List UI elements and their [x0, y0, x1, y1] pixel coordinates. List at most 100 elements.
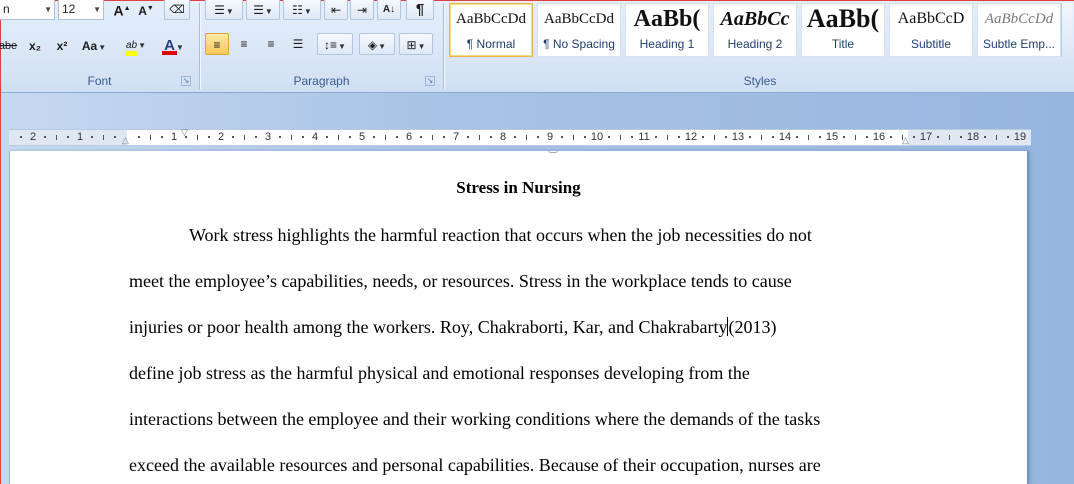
- ruler-number: 16: [872, 131, 886, 143]
- ruler-tick: [302, 136, 305, 138]
- ruler-tick: [20, 136, 23, 138]
- hanging-indent-icon[interactable]: △: [122, 136, 129, 145]
- horizontal-ruler[interactable]: ▽ △ △ 2 1 1 2 3 4 5 6 7 8 9 10 11 12 13 14 15 16 17 18 19: [9, 128, 1031, 146]
- ruler-number: 13: [731, 131, 745, 143]
- ruler-tick: [43, 136, 46, 138]
- ruler-tick: [184, 136, 187, 138]
- justify-icon: ☰: [292, 37, 304, 51]
- ruler-tick: [854, 135, 856, 140]
- numbering-button[interactable]: ☰▼: [246, 0, 280, 20]
- align-right-button[interactable]: ≡: [259, 33, 283, 55]
- ruler-tick: [584, 136, 587, 138]
- ruler-number: 2: [217, 131, 225, 143]
- style-tile-normal[interactable]: AaBbCcDd ¶ Normal: [449, 3, 533, 57]
- change-case-button[interactable]: Aa▼: [79, 35, 109, 57]
- style-tile-heading-1[interactable]: AaBb( Heading 1: [625, 3, 709, 57]
- style-name: Subtle Emp...: [982, 37, 1056, 51]
- superscript-icon: x²: [56, 39, 68, 53]
- document-page[interactable]: Stress in Nursing Work stress highlights…: [9, 151, 1028, 484]
- show-marks-button[interactable]: ¶: [406, 0, 434, 20]
- ruler-tick: [419, 136, 422, 138]
- font-size-combo[interactable]: 12 ▼: [58, 0, 104, 20]
- body-line: interactions between the employee and th…: [129, 409, 820, 430]
- paint-bucket-icon: ◈: [367, 38, 378, 52]
- style-sample: AaBb(: [633, 6, 701, 32]
- style-name: Heading 1: [639, 37, 695, 51]
- ruler-tick: [795, 136, 798, 138]
- font-color-bar: [162, 51, 177, 55]
- ruler-tick: [243, 135, 245, 140]
- ruler-tick: [513, 136, 516, 138]
- clear-formatting-button[interactable]: ⌫: [164, 0, 190, 20]
- ruler-number: 11: [638, 131, 650, 143]
- ruler-tick: [196, 135, 198, 140]
- bullets-button[interactable]: ☰▼: [205, 0, 243, 20]
- style-tile-heading-2[interactable]: AaBbCc Heading 2: [713, 3, 797, 57]
- strikethrough-button[interactable]: abe: [0, 35, 19, 57]
- highlight-button[interactable]: ab ▼: [118, 35, 154, 57]
- style-tile-title[interactable]: AaBb( Title: [801, 3, 885, 57]
- shrink-font-icon: A: [138, 4, 147, 18]
- line-spacing-button[interactable]: ↕≡▼: [317, 33, 353, 55]
- font-name-combo[interactable]: n ▼: [0, 0, 55, 20]
- ruler-tick: [466, 136, 469, 138]
- ruler-tick: [725, 136, 728, 138]
- ruler-number: 7: [452, 131, 460, 143]
- ruler-tick: [913, 136, 916, 138]
- justify-button[interactable]: ☰: [286, 33, 310, 55]
- multilevel-list-button[interactable]: ☷▼: [283, 0, 321, 20]
- font-group: n ▼ 12 ▼ A▲ A▼ ⌫ abe x₂ x² Aa▼ ab ▼ A ▼ …: [0, 0, 198, 91]
- font-name-value: n: [3, 2, 10, 16]
- subscript-button[interactable]: x₂: [24, 35, 46, 57]
- ruler-tick: [67, 136, 70, 138]
- ruler-tick: [619, 135, 621, 140]
- bullets-icon: ☰: [214, 3, 225, 17]
- align-center-button[interactable]: ≡: [232, 33, 256, 55]
- styles-gallery-scroll[interactable]: [1061, 3, 1073, 57]
- ruler-tick: [384, 135, 386, 140]
- numbering-icon: ☰: [253, 3, 264, 17]
- paragraph-dialog-launcher-icon[interactable]: ↘: [425, 76, 435, 86]
- multilevel-list-icon: ☷: [292, 3, 303, 17]
- page-header-mark: [547, 149, 559, 153]
- group-divider: [199, 3, 200, 89]
- ruler-tick: [842, 136, 845, 138]
- shading-button[interactable]: ◈▼: [359, 33, 395, 55]
- ruler-tick: [114, 136, 117, 138]
- style-sample: AaBbCcDd: [544, 11, 614, 27]
- font-color-button[interactable]: A ▼: [156, 35, 192, 57]
- borders-button[interactable]: ⊞▼: [399, 33, 433, 55]
- ruler-tick: [666, 135, 668, 140]
- ruler-tick: [325, 136, 328, 138]
- superscript-button[interactable]: x²: [51, 35, 73, 57]
- ruler-tick: [255, 136, 258, 138]
- font-dialog-launcher-icon[interactable]: ↘: [181, 76, 191, 86]
- ruler-tick: [760, 135, 762, 140]
- ruler-tick: [443, 136, 446, 138]
- style-sample: AaBbCcD: [897, 10, 965, 27]
- align-left-button[interactable]: ≡: [205, 33, 229, 55]
- style-tile-subtle-emphasis[interactable]: AaBbCcDd Subtle Emp...: [977, 3, 1061, 57]
- ruler-tick: [478, 135, 480, 140]
- ruler-number: 1: [170, 131, 178, 143]
- increase-indent-button[interactable]: ⇥: [350, 0, 374, 20]
- ruler-tick: [772, 136, 775, 138]
- ruler-tick: [713, 135, 715, 140]
- ruler-tick: [525, 135, 527, 140]
- style-tile-subtitle[interactable]: AaBbCcD Subtitle: [889, 3, 973, 57]
- sort-button[interactable]: A↓: [377, 0, 401, 20]
- shrink-font-button[interactable]: A▼: [135, 0, 157, 20]
- decrease-indent-button[interactable]: ⇤: [324, 0, 348, 20]
- paragraph-group-label: Paragraph: [293, 74, 350, 88]
- line-spacing-icon: ↕≡: [324, 38, 338, 52]
- subscript-icon: x₂: [28, 39, 41, 53]
- body-line-text: define job stress as the harmful physica…: [129, 363, 750, 383]
- ruler-tick: [560, 136, 563, 138]
- sort-icon: A↓: [382, 4, 396, 15]
- style-tile-no-spacing[interactable]: AaBbCcDd ¶ No Spacing: [537, 3, 621, 57]
- style-sample: AaBbCcDd: [984, 11, 1054, 27]
- right-indent-icon[interactable]: △: [902, 136, 909, 145]
- ruler-tick: [161, 136, 164, 138]
- ruler-number: 9: [546, 131, 554, 143]
- grow-font-button[interactable]: A▲: [111, 0, 133, 20]
